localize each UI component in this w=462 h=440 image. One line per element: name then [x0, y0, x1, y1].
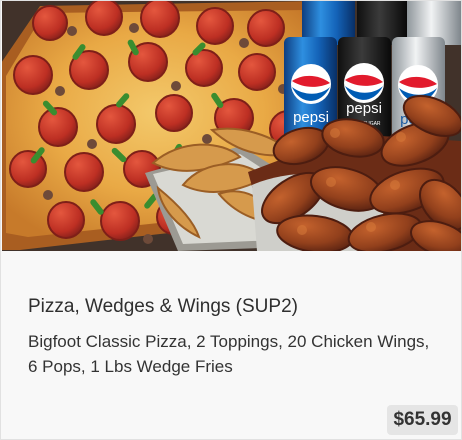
product-title: Pizza, Wedges & Wings (SUP2) [28, 296, 298, 317]
price-badge: $65.99 [387, 405, 458, 435]
pepsi-can-label: pepsi [293, 109, 329, 126]
product-description: Bigfoot Classic Pizza, 2 Toppings, 20 Ch… [28, 332, 430, 376]
product-card[interactable]: pepsi pepsi ZERO SUGAR diet pepsi [0, 0, 462, 440]
product-image[interactable]: pepsi pepsi ZERO SUGAR diet pepsi [2, 1, 461, 251]
pepsi-zero-can-label: pepsi [346, 100, 382, 117]
food-photo-illustration: pepsi pepsi ZERO SUGAR diet pepsi [2, 1, 461, 251]
